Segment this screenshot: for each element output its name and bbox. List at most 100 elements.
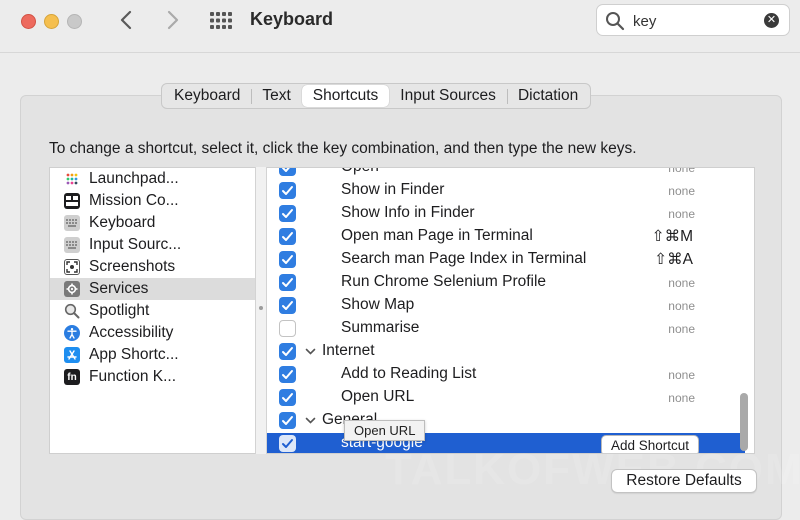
category-label: Function K... bbox=[89, 368, 177, 385]
category-item-accessibility[interactable]: Accessibility bbox=[50, 322, 255, 344]
scrollbar-thumb[interactable] bbox=[740, 393, 748, 451]
window-title: Keyboard bbox=[250, 9, 334, 29]
category-label: App Shortc... bbox=[89, 346, 179, 363]
shortcut-checkbox[interactable] bbox=[279, 228, 296, 245]
back-button[interactable] bbox=[115, 8, 139, 32]
category-list: Launchpad... Mission Co... Keyboard Inpu… bbox=[49, 167, 255, 454]
list-splitter[interactable] bbox=[255, 167, 267, 454]
clear-search-icon[interactable]: ✕ bbox=[764, 13, 779, 28]
category-label: Mission Co... bbox=[89, 192, 179, 209]
shortcut-checkbox[interactable] bbox=[279, 297, 296, 314]
shortcut-row[interactable]: Search man Page Index in Terminal ⇧⌘A bbox=[267, 249, 745, 272]
input-sources-icon bbox=[64, 237, 80, 253]
shortcut-label: Add to Reading List bbox=[341, 365, 477, 382]
shortcut-value[interactable]: ⇧⌘M bbox=[652, 227, 693, 246]
mission-control-icon bbox=[64, 193, 80, 209]
close-window-button[interactable] bbox=[21, 14, 36, 29]
app-store-icon bbox=[64, 347, 80, 363]
shortcut-label: Show in Finder bbox=[341, 181, 445, 198]
shortcut-checkbox[interactable] bbox=[279, 412, 296, 429]
search-input[interactable] bbox=[631, 10, 755, 32]
shortcut-checkbox[interactable] bbox=[279, 435, 296, 452]
instruction-text: To change a shortcut, select it, click t… bbox=[49, 140, 637, 157]
shortcut-checkbox[interactable] bbox=[279, 366, 296, 383]
tab-dictation[interactable]: Dictation bbox=[506, 85, 589, 107]
tab-keyboard[interactable]: Keyboard bbox=[163, 85, 251, 107]
shortcut-checkbox[interactable] bbox=[279, 274, 296, 291]
shortcut-row[interactable]: Add to Reading List none bbox=[267, 364, 745, 387]
forward-button[interactable] bbox=[160, 8, 184, 32]
accessibility-icon bbox=[64, 325, 80, 341]
category-label: Input Sourc... bbox=[89, 236, 182, 253]
shortcut-label: Run Chrome Selenium Profile bbox=[341, 273, 547, 290]
minimize-window-button[interactable] bbox=[44, 14, 59, 29]
search-icon bbox=[606, 12, 625, 31]
category-item-screenshots[interactable]: Screenshots bbox=[50, 256, 255, 278]
shortcut-value[interactable]: none bbox=[668, 368, 695, 382]
category-item-keyboard[interactable]: Keyboard bbox=[50, 212, 255, 234]
fn-key-icon: fn bbox=[64, 369, 80, 385]
shortcut-checkbox[interactable] bbox=[279, 182, 296, 199]
shortcut-value[interactable]: none bbox=[668, 276, 695, 290]
tab-text[interactable]: Text bbox=[251, 85, 301, 107]
title-divider bbox=[0, 52, 800, 53]
chevron-left-icon bbox=[120, 10, 132, 30]
category-item-input-sources[interactable]: Input Sourc... bbox=[50, 234, 255, 256]
shortcut-label: Summarise bbox=[341, 319, 420, 336]
shortcut-checkbox[interactable] bbox=[279, 205, 296, 222]
category-item-spotlight[interactable]: Spotlight bbox=[50, 300, 255, 322]
category-label: Accessibility bbox=[89, 324, 174, 341]
shortcut-row[interactable]: Open man Page in Terminal ⇧⌘M bbox=[267, 226, 745, 249]
tab-bar: Keyboard Text Shortcuts Input Sources Di… bbox=[161, 83, 592, 109]
disclosure-chevron-icon[interactable] bbox=[305, 346, 316, 357]
shortcut-row[interactable]: Run Chrome Selenium Profile none bbox=[267, 272, 745, 295]
shortcut-row[interactable]: Summarise none bbox=[267, 318, 745, 341]
shortcut-checkbox[interactable] bbox=[279, 251, 296, 268]
shortcut-checkbox[interactable] bbox=[279, 168, 296, 176]
shortcut-checkbox[interactable] bbox=[279, 389, 296, 406]
category-label: Keyboard bbox=[89, 214, 156, 231]
shortcut-value[interactable]: none bbox=[668, 207, 695, 221]
shortcut-checkbox[interactable] bbox=[279, 320, 296, 337]
title-bar: Keyboard ✕ bbox=[0, 0, 800, 50]
shortcut-value[interactable]: ⇧⌘A bbox=[654, 250, 693, 269]
shortcut-list: Open none Show in Finder none Show Info … bbox=[267, 167, 755, 454]
shortcut-row[interactable]: Open none bbox=[267, 168, 745, 180]
shortcut-label: Show Map bbox=[341, 296, 415, 313]
shortcut-group-row[interactable]: General bbox=[267, 410, 745, 433]
gear-icon bbox=[64, 281, 80, 297]
restore-defaults-button[interactable]: Restore Defaults bbox=[611, 469, 757, 493]
tab-shortcuts[interactable]: Shortcuts bbox=[301, 85, 390, 107]
screenshots-icon bbox=[64, 259, 80, 275]
shortcut-value[interactable]: none bbox=[668, 184, 695, 198]
shortcut-value[interactable]: none bbox=[668, 299, 695, 313]
shortcut-group-row[interactable]: Internet bbox=[267, 341, 745, 364]
shortcut-label: Open URL bbox=[341, 388, 415, 405]
category-label: Screenshots bbox=[89, 258, 176, 275]
shortcut-value[interactable]: none bbox=[668, 322, 695, 336]
show-all-preferences-button[interactable] bbox=[210, 12, 232, 29]
category-item-mission-control[interactable]: Mission Co... bbox=[50, 190, 255, 212]
group-label: Internet bbox=[322, 342, 375, 359]
disclosure-chevron-icon[interactable] bbox=[305, 415, 316, 426]
shortcut-checkbox[interactable] bbox=[279, 343, 296, 360]
shortcut-value[interactable]: none bbox=[668, 168, 695, 175]
search-field[interactable]: ✕ bbox=[596, 4, 790, 36]
zoom-window-button[interactable] bbox=[67, 14, 82, 29]
category-label: Spotlight bbox=[89, 302, 150, 319]
grid-icon bbox=[210, 12, 232, 29]
shortcut-value[interactable]: none bbox=[668, 391, 695, 405]
splitter-handle[interactable] bbox=[259, 306, 263, 310]
shortcut-label: Search man Page Index in Terminal bbox=[341, 250, 587, 267]
category-item-services[interactable]: Services bbox=[50, 278, 255, 300]
category-item-app-shortcuts[interactable]: App Shortc... bbox=[50, 344, 255, 366]
category-item-launchpad[interactable]: Launchpad... bbox=[50, 168, 255, 190]
tab-input-sources[interactable]: Input Sources bbox=[389, 85, 507, 107]
category-label: Launchpad... bbox=[89, 170, 179, 187]
category-item-function-keys[interactable]: fn Function K... bbox=[50, 366, 255, 388]
shortcut-label: Open bbox=[341, 168, 379, 176]
shortcut-row[interactable]: Open URL none bbox=[267, 387, 745, 410]
shortcut-row[interactable]: Show Map none bbox=[267, 295, 745, 318]
shortcut-row[interactable]: Show in Finder none bbox=[267, 180, 745, 203]
shortcut-row[interactable]: Show Info in Finder none bbox=[267, 203, 745, 226]
